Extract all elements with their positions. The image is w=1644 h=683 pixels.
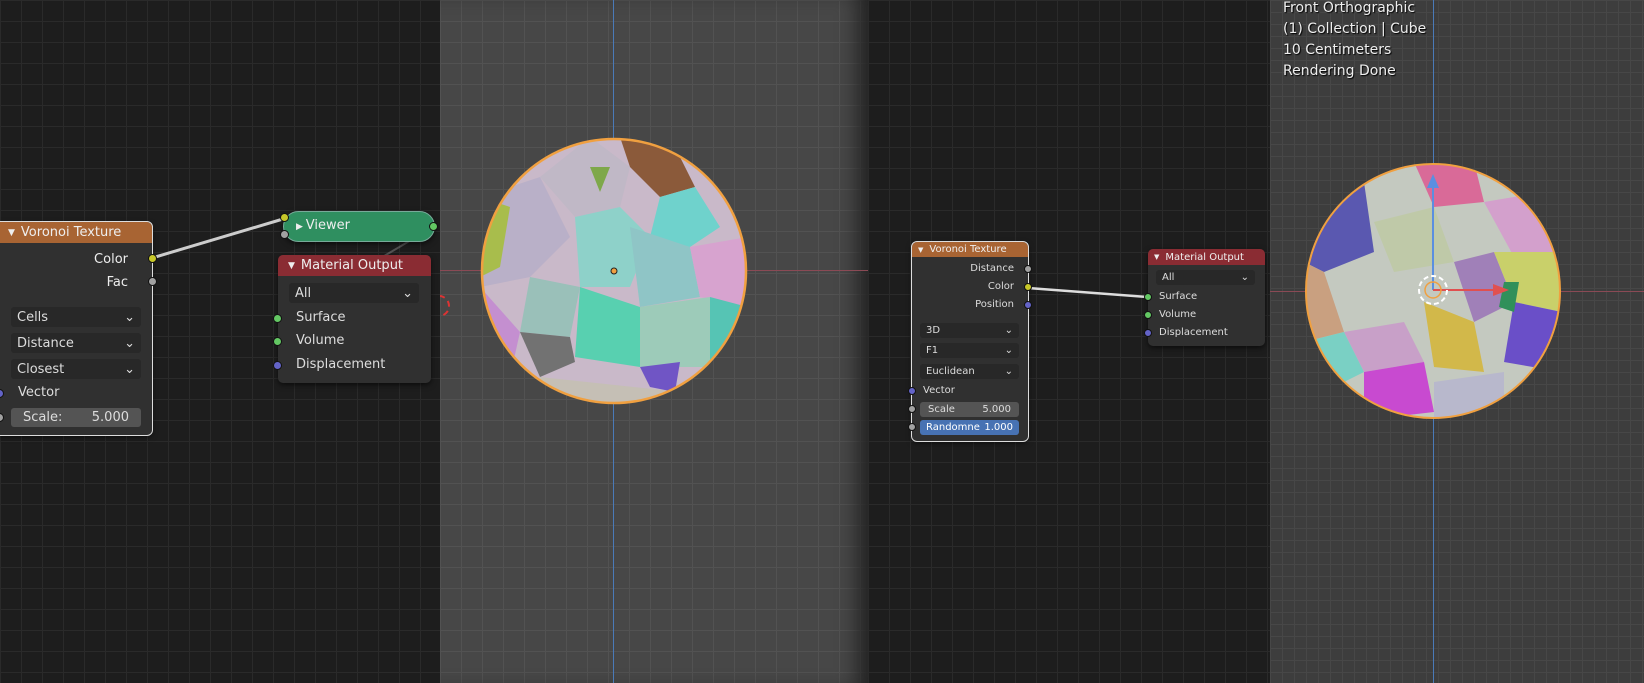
- closest-dropdown[interactable]: Closest ⌄: [11, 359, 141, 379]
- expand-icon[interactable]: ▶: [296, 222, 306, 232]
- dropdown-value: 3D: [926, 325, 941, 336]
- chevron-down-icon: ⌄: [124, 309, 135, 325]
- distance-dropdown[interactable]: Euclidean ⌄: [920, 364, 1019, 379]
- link-color-surface: [1027, 286, 1149, 299]
- socket-color[interactable]: [148, 254, 157, 263]
- node-title: Viewer: [305, 218, 350, 233]
- field-label: Scale: [928, 404, 955, 415]
- socket-distance[interactable]: [1024, 265, 1032, 273]
- link-color-viewer: [151, 217, 284, 260]
- socket-displacement[interactable]: [1144, 329, 1152, 337]
- socket-surface[interactable]: [1144, 293, 1152, 301]
- output-fac: Fac: [106, 275, 128, 290]
- viewer-node[interactable]: ▶ Viewer: [280, 211, 438, 242]
- right-node-editor[interactable]: ▼ Voronoi Texture Distance Color Position…: [868, 0, 1270, 683]
- dropdown-value: All: [295, 285, 312, 301]
- socket-fac[interactable]: [148, 277, 157, 286]
- 3d-cursor-icon[interactable]: [440, 295, 450, 317]
- collapse-icon[interactable]: ▼: [1154, 253, 1159, 261]
- socket-output[interactable]: [429, 222, 438, 231]
- socket-vector[interactable]: [908, 387, 916, 395]
- chevron-down-icon: ⌄: [124, 361, 135, 377]
- voronoi-sphere: [480, 137, 748, 405]
- socket-scale[interactable]: [0, 413, 4, 422]
- chevron-down-icon: ⌄: [1240, 272, 1249, 283]
- field-value: 5.000: [91, 410, 129, 425]
- chevron-down-icon: ⌄: [1004, 345, 1013, 356]
- socket-volume[interactable]: [1144, 311, 1152, 319]
- node-header[interactable]: ▼ Voronoi Texture: [912, 242, 1028, 257]
- collapse-icon[interactable]: ▼: [288, 261, 295, 271]
- output-color: Color: [987, 281, 1014, 292]
- distance-dropdown[interactable]: Distance ⌄: [11, 333, 141, 353]
- scale-field[interactable]: Scale: 5.000: [11, 408, 141, 427]
- input-displacement: Displacement: [296, 357, 386, 372]
- collection-name: (1) Collection | Cube: [1283, 21, 1427, 37]
- scale-field[interactable]: Scale 5.000: [920, 402, 1019, 417]
- dropdown-value: F1: [926, 345, 939, 356]
- chevron-down-icon: ⌄: [1004, 325, 1013, 336]
- collapse-icon[interactable]: ▼: [8, 228, 15, 238]
- material-output-node[interactable]: ▼ Material Output All ⌄ Surface Volume Dis…: [1144, 249, 1265, 346]
- field-value: 1.000: [984, 422, 1013, 433]
- feature-dropdown[interactable]: Cells ⌄: [11, 307, 141, 327]
- voronoi-texture-node[interactable]: ▼ Voronoi Texture Color Fac Cells ⌄ Distan…: [0, 221, 157, 436]
- socket-color[interactable]: [280, 213, 289, 222]
- socket-position[interactable]: [1024, 301, 1032, 309]
- socket-randomness[interactable]: [908, 423, 916, 431]
- dropdown-value: Euclidean: [926, 366, 975, 377]
- target-dropdown[interactable]: All ⌄: [1156, 270, 1255, 285]
- socket-vector[interactable]: [0, 389, 4, 398]
- voronoi-texture-node[interactable]: ▼ Voronoi Texture Distance Color Position…: [908, 241, 1032, 442]
- field-value: 5.000: [982, 404, 1011, 415]
- field-label: Randomne: [926, 422, 980, 433]
- socket-surface[interactable]: [273, 314, 282, 323]
- node-header[interactable]: ▼ Material Output: [278, 255, 431, 276]
- socket-scale[interactable]: [908, 405, 916, 413]
- randomness-field[interactable]: Randomne 1.000: [920, 420, 1019, 435]
- feature-dropdown[interactable]: F1 ⌄: [920, 343, 1019, 358]
- dropdown-value: Closest: [17, 361, 65, 377]
- right-3d-viewport[interactable]: › Front Orthographic (1) Collection | Cu…: [1270, 0, 1644, 683]
- node-title: Voronoi Texture: [929, 244, 1007, 255]
- chevron-down-icon: ⌄: [402, 285, 413, 301]
- chevron-down-icon: ⌄: [1004, 366, 1013, 377]
- input-volume: Volume: [296, 333, 345, 348]
- field-label: Scale:: [23, 410, 63, 425]
- material-output-node[interactable]: ▼ Material Output All ⌄ Surface Volume Dis…: [273, 255, 431, 383]
- output-position: Position: [975, 299, 1014, 310]
- target-dropdown[interactable]: All ⌄: [289, 283, 419, 303]
- node-title: Material Output: [1165, 251, 1244, 263]
- input-surface: Surface: [1159, 291, 1198, 302]
- node-header[interactable]: ▼ Material Output: [1148, 249, 1265, 265]
- node-header[interactable]: ▼ Voronoi Texture: [0, 222, 152, 243]
- chevron-down-icon: ⌄: [124, 335, 135, 351]
- socket-input[interactable]: [280, 230, 289, 239]
- input-surface: Surface: [296, 310, 346, 325]
- input-volume: Volume: [1159, 309, 1197, 320]
- node-header[interactable]: ▶ Viewer: [296, 218, 350, 233]
- socket-color[interactable]: [1024, 283, 1032, 291]
- input-vector: Vector: [18, 385, 60, 400]
- grid-scale: 10 Centimeters: [1283, 42, 1392, 58]
- socket-volume[interactable]: [273, 337, 282, 346]
- input-displacement: Displacement: [1159, 327, 1228, 338]
- output-distance: Distance: [970, 263, 1014, 274]
- node-title: Material Output: [300, 258, 404, 273]
- dropdown-value: All: [1162, 272, 1175, 283]
- collapse-icon[interactable]: ▼: [918, 246, 923, 254]
- dimensions-dropdown[interactable]: 3D ⌄: [920, 323, 1019, 338]
- left-node-editor[interactable]: ▼ Voronoi Texture Color Fac Cells ⌄ Distan…: [0, 0, 440, 683]
- transform-gizmo-icon[interactable]: [1415, 170, 1515, 310]
- left-3d-viewport[interactable]: [440, 0, 868, 683]
- node-title: Voronoi Texture: [20, 225, 122, 240]
- view-name: Front Orthographic: [1283, 0, 1416, 16]
- dropdown-value: Cells: [17, 309, 49, 325]
- socket-displacement[interactable]: [273, 361, 282, 370]
- output-color: Color: [94, 252, 128, 267]
- render-status: Rendering Done: [1283, 63, 1396, 79]
- viewport-info: Front Orthographic (1) Collection | Cube…: [1283, 0, 1426, 82]
- dropdown-value: Distance: [17, 335, 74, 351]
- input-vector: Vector: [923, 385, 955, 396]
